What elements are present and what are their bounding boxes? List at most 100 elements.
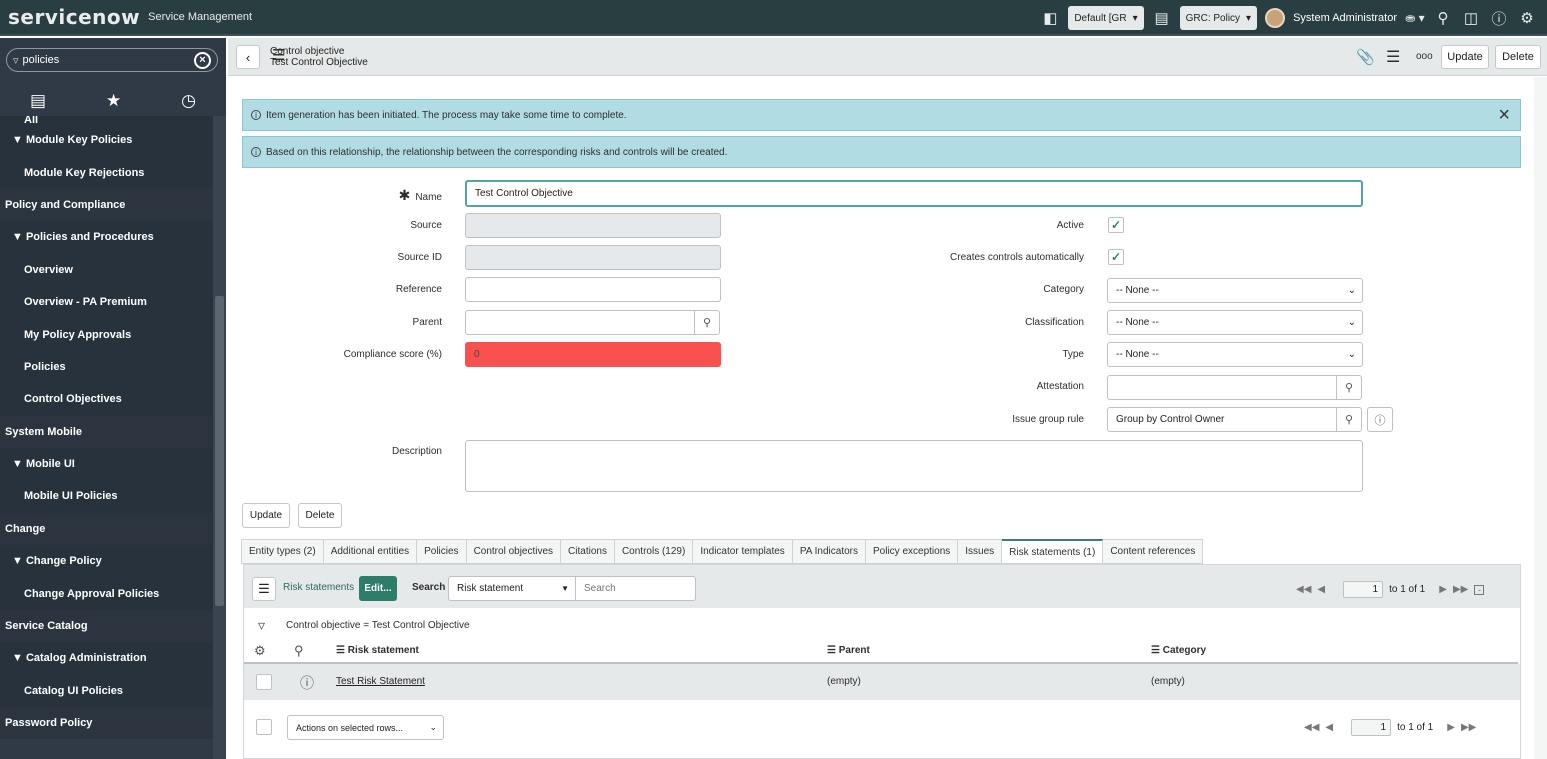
user-menu[interactable]: System Administrator [1293,12,1397,24]
related-list-title[interactable]: Risk statements [283,582,354,593]
scope-select[interactable]: GRC: Policy ▾ [1179,6,1258,30]
scrollbar-thumb[interactable] [215,296,224,606]
nav-item[interactable]: Change Approval Policies [0,577,213,610]
avatar[interactable] [1265,8,1286,28]
active-checkbox[interactable]: ✓ [1108,217,1124,233]
search-icon[interactable]: ⚲ [294,643,304,659]
history-icon[interactable]: ◷ [181,91,196,111]
parent-lookup-button[interactable]: ⚲ [694,310,720,335]
edit-button[interactable]: Edit... [359,576,397,601]
page-input[interactable]: 1 [1351,719,1392,736]
nav-item[interactable]: Policies [0,350,213,384]
nav-section[interactable]: Service Catalog [0,609,213,643]
column-header-parent[interactable]: ☰ Parent [827,645,870,656]
next-page-icon[interactable]: ▶ [1447,722,1455,733]
category-select[interactable]: -- None -- ⌄ [1107,278,1363,303]
last-page-icon[interactable]: ▶▶ [1453,584,1468,595]
nav-section[interactable]: Password Policy [0,707,213,740]
next-page-icon[interactable]: ▶ [1439,584,1447,595]
update-button[interactable]: Update [1441,45,1489,69]
related-list-tab[interactable]: Content references [1103,539,1204,564]
favorites-icon[interactable]: ★ [106,91,121,111]
related-list-tab[interactable]: Entity types (2) [241,539,324,564]
related-list-tab[interactable]: Indicator templates [693,539,793,564]
classification-select[interactable]: -- None -- ⌄ [1107,310,1363,335]
related-list-tab[interactable]: Policies [417,539,467,564]
row-info-icon[interactable]: ⓘ [300,673,314,693]
close-icon[interactable]: × [1498,104,1510,127]
delete-button[interactable]: Delete [1495,45,1541,69]
filter-breadcrumb[interactable]: Control objective = Test Control Objecti… [286,620,470,631]
nav-item[interactable]: All [0,116,213,126]
help-icon[interactable]: ⓘ [1489,8,1509,29]
delete-button[interactable]: Delete [298,503,342,528]
issue-rule-info-button[interactable]: ⓘ [1367,407,1393,432]
nav-section[interactable]: Change [0,512,213,546]
risk-statement-link[interactable]: Test Risk Statement [336,676,425,687]
navigator-filter[interactable]: ▿ × [6,48,218,72]
attestation-lookup-button[interactable]: ⚲ [1336,375,1362,400]
nav-module[interactable]: ▼ Module Key Policies [0,124,213,157]
lock-icon[interactable]: ⛂ ▾ [1405,11,1425,25]
description-field[interactable] [465,440,1363,492]
name-field[interactable]: Test Control Objective [465,180,1363,207]
personalize-icon[interactable]: ☰ [1386,47,1400,67]
related-list-tab[interactable]: Risk statements (1) [1002,539,1104,564]
update-button[interactable]: Update [242,503,290,528]
nav-item[interactable]: Overview [0,253,213,286]
type-select[interactable]: -- None -- ⌄ [1107,342,1363,367]
related-list-tab[interactable]: Issues [958,539,1003,564]
related-list-tab[interactable]: Controls (129) [614,539,694,564]
reference-field[interactable] [465,277,721,302]
column-header-category[interactable]: ☰ Category [1151,645,1206,656]
sidebar-scrollbar[interactable] [213,116,226,759]
nav-item[interactable]: My Policy Approvals [0,318,213,351]
related-list-tab[interactable]: PA Indicators [792,539,866,564]
first-page-icon[interactable]: ◀◀ [1304,722,1319,733]
nav-item[interactable]: Control Objectives [0,383,213,416]
connect-icon[interactable]: ◧ [1040,9,1060,27]
prev-page-icon[interactable]: ◀ [1325,722,1333,733]
related-list-tab[interactable]: Additional entities [323,539,418,564]
nav-module[interactable]: ▼ Mobile UI [0,447,213,481]
related-list-tab[interactable]: Policy exceptions [866,539,959,564]
collapse-icon[interactable]: - [1474,584,1485,595]
filter-icon[interactable]: ▿ [258,617,265,634]
actions-select[interactable]: Actions on selected rows... ⌄ [287,715,444,740]
all-apps-icon[interactable]: ▤ [30,91,46,111]
related-list-tab[interactable]: Control objectives [466,539,562,564]
parent-field[interactable] [465,310,695,335]
search-icon[interactable]: ⚲ [1433,9,1453,27]
gear-icon[interactable]: ⚙ [254,643,266,659]
gear-icon[interactable]: ⚙ [1517,9,1537,27]
filter-input[interactable] [22,54,194,66]
prev-page-icon[interactable]: ◀ [1317,584,1325,595]
row-checkbox[interactable] [256,674,272,690]
related-list-tab[interactable]: Citations [561,539,615,564]
column-header-risk-statement[interactable]: ☰ Risk statement [336,645,419,656]
more-options-button[interactable]: ooo [1416,51,1433,62]
chat-icon[interactable]: ◫ [1461,9,1481,27]
content-scrollbar[interactable] [1534,77,1547,759]
nav-module[interactable]: ▼ Change Policy [0,545,213,578]
page-input[interactable]: 1 [1343,581,1384,598]
nav-item[interactable]: Catalog UI Policies [0,674,213,708]
nav-section[interactable]: System Mobile [0,415,213,448]
attestation-field[interactable] [1107,375,1337,400]
creates-controls-checkbox[interactable]: ✓ [1108,249,1124,265]
first-page-icon[interactable]: ◀◀ [1296,584,1311,595]
nav-item[interactable]: Overview - PA Premium [0,285,213,319]
list-menu-button[interactable]: ☰ [252,577,276,601]
nav-module[interactable]: ▼ Policies and Procedures [0,221,213,254]
update-set-icon[interactable]: ▤ [1152,9,1172,27]
nav-item[interactable]: Mobile UI Policies [0,480,213,513]
issue-group-rule-field[interactable]: Group by Control Owner [1107,407,1337,432]
nav-module[interactable]: ▼ Catalog Administration [0,642,213,675]
nav-item[interactable]: Module Key Rejections [0,156,213,189]
attachment-icon[interactable]: 📎 [1356,48,1375,66]
nav-section[interactable]: Policy and Compliance [0,188,213,222]
clear-filter-icon[interactable]: × [194,51,211,69]
select-all-checkbox[interactable] [256,719,272,735]
update-set-select[interactable]: Default [GR ▾ [1068,6,1144,30]
related-list-search-input[interactable] [575,576,696,601]
